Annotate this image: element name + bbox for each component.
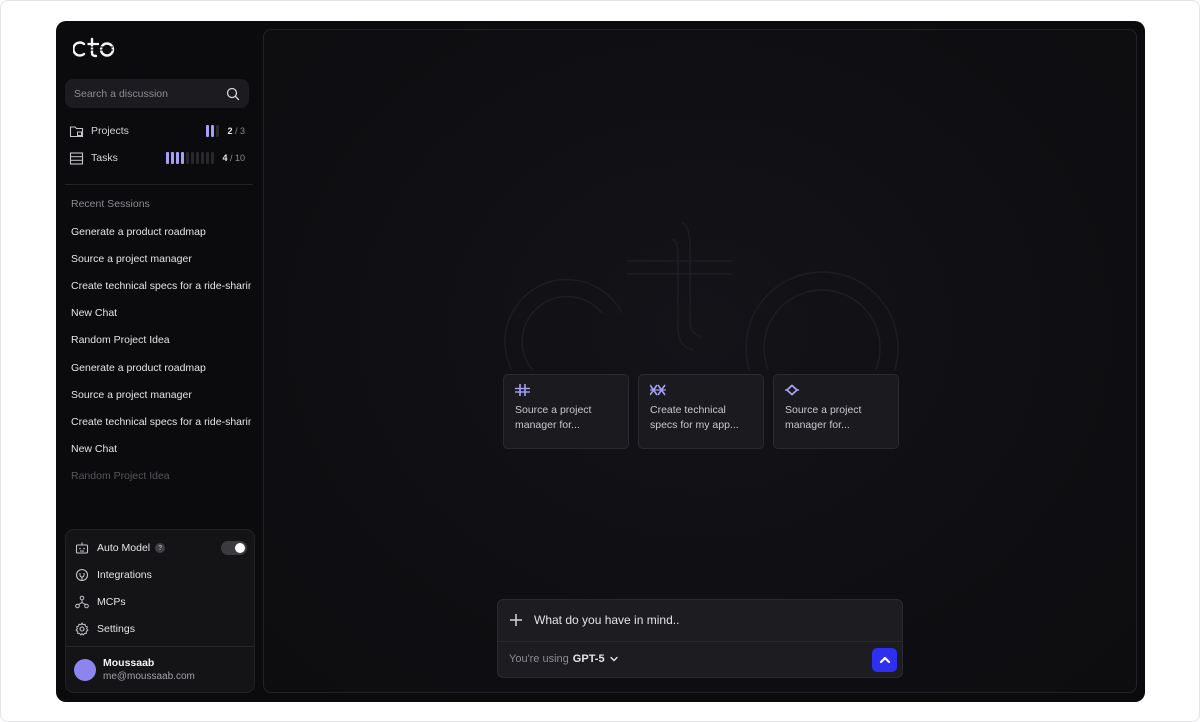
crossed-icon (650, 384, 666, 396)
session-item[interactable]: Source a project manager (71, 381, 251, 408)
search-input[interactable]: Search a discussion (74, 88, 226, 100)
tasks-label: Tasks (91, 152, 118, 164)
progress-segment (186, 152, 190, 164)
robot-icon (75, 542, 89, 554)
avatar[interactable] (74, 658, 96, 681)
progress-segment (211, 125, 215, 137)
folder-icon (69, 125, 84, 137)
model-name[interactable]: GPT-5 (573, 653, 605, 665)
tasks-count: 4 / 10 (222, 153, 245, 163)
help-icon[interactable]: ? (155, 543, 166, 553)
session-item[interactable]: Generate a product roadmap (71, 354, 251, 381)
session-item[interactable]: Random Project Idea (71, 327, 251, 354)
projects-current: 2 (227, 126, 233, 136)
composer-divider (498, 641, 902, 642)
send-button[interactable] (872, 648, 897, 672)
suggestion-cards: Source a project manager for... Create t… (503, 374, 899, 449)
settings-label: Settings (97, 623, 135, 635)
progress-segment (216, 125, 220, 137)
progress-segment (196, 152, 200, 164)
plus-icon[interactable] (509, 613, 523, 627)
model-prefix: You're using (509, 653, 569, 665)
progress-segment (171, 152, 175, 164)
chevron-down-icon[interactable] (609, 654, 619, 664)
progress-segment (181, 152, 185, 164)
projects-label: Projects (91, 125, 129, 137)
integrations-row[interactable]: Integrations (75, 566, 245, 584)
panel-divider (66, 646, 254, 647)
auto-model-label: Auto Model (97, 542, 151, 554)
tasks-progress (166, 152, 215, 164)
chevron-up-icon (879, 656, 890, 664)
suggestion-text: Create technical specs for my app... (650, 404, 739, 431)
cto-logo[interactable] (73, 36, 115, 58)
diamond-icon (785, 384, 799, 396)
table-icon (69, 151, 84, 165)
search-box[interactable]: Search a discussion (65, 79, 249, 108)
tasks-total: / 10 (229, 153, 245, 163)
cto-watermark-logo (504, 222, 899, 370)
tasks-row[interactable]: Tasks 4 / 10 (69, 149, 245, 167)
integrations-label: Integrations (97, 569, 152, 581)
auto-model-toggle[interactable] (221, 541, 247, 555)
main-area: Source a project manager for... Create t… (263, 29, 1137, 693)
recent-sessions-list: Generate a product roadmap Source a proj… (71, 218, 251, 490)
progress-segment (206, 125, 210, 137)
session-item[interactable]: New Chat (71, 300, 251, 327)
suggestion-text: Source a project manager for... (785, 404, 862, 431)
auto-model-row[interactable]: Auto Model ? (75, 539, 247, 557)
progress-segment (176, 152, 180, 164)
sidebar: Search a discussion Projects 2 / 3 Tasks (56, 21, 263, 702)
session-item[interactable]: Generate a product roadmap (71, 218, 251, 245)
session-item[interactable]: Source a project manager (71, 245, 251, 272)
user-email: me@moussaab.com (103, 671, 195, 682)
suggestion-card[interactable]: Source a project manager for... (503, 374, 629, 449)
chat-composer: What do you have in mind.. You're using … (497, 599, 903, 678)
hash-icon (515, 384, 530, 396)
session-item[interactable]: New Chat (71, 436, 251, 463)
gear-icon (75, 622, 89, 636)
tasks-current: 4 (222, 153, 228, 163)
progress-segment (206, 152, 210, 164)
suggestion-text: Source a project manager for... (515, 404, 592, 431)
settings-panel: Auto Model ? Integrations MCPs Settings … (65, 529, 255, 693)
recent-sessions-title: Recent Sessions (71, 198, 150, 210)
mcps-label: MCPs (97, 596, 126, 608)
suggestion-card[interactable]: Source a project manager for... (773, 374, 899, 449)
projects-count: 2 / 3 (227, 126, 245, 136)
projects-progress (206, 125, 220, 137)
suggestion-card[interactable]: Create technical specs for my app... (638, 374, 764, 449)
session-item[interactable]: Create technical specs for a ride-sharin… (71, 272, 251, 299)
user-profile[interactable]: Moussaab me@moussaab.com (74, 656, 195, 683)
progress-segment (166, 152, 170, 164)
user-info: Moussaab me@moussaab.com (103, 656, 195, 683)
progress-segment (201, 152, 205, 164)
mcps-row[interactable]: MCPs (75, 593, 245, 611)
session-item[interactable]: Random Project Idea (71, 463, 251, 490)
session-item[interactable]: Create technical specs for a ride-sharin… (71, 408, 251, 435)
search-icon[interactable] (226, 87, 240, 101)
user-name: Moussaab (103, 657, 155, 669)
projects-total: / 3 (234, 126, 245, 136)
chat-input[interactable]: What do you have in mind.. (534, 613, 679, 627)
progress-segment (191, 152, 195, 164)
model-selector[interactable]: You're using GPT-5 (509, 653, 619, 665)
app-window: Search a discussion Projects 2 / 3 Tasks (56, 21, 1145, 702)
settings-row[interactable]: Settings (75, 620, 245, 638)
sidebar-divider (65, 184, 253, 185)
projects-row[interactable]: Projects 2 / 3 (69, 122, 245, 140)
plug-icon (75, 568, 89, 582)
toggle-knob (235, 543, 245, 553)
progress-segment (211, 152, 215, 164)
nodes-icon (75, 595, 89, 609)
